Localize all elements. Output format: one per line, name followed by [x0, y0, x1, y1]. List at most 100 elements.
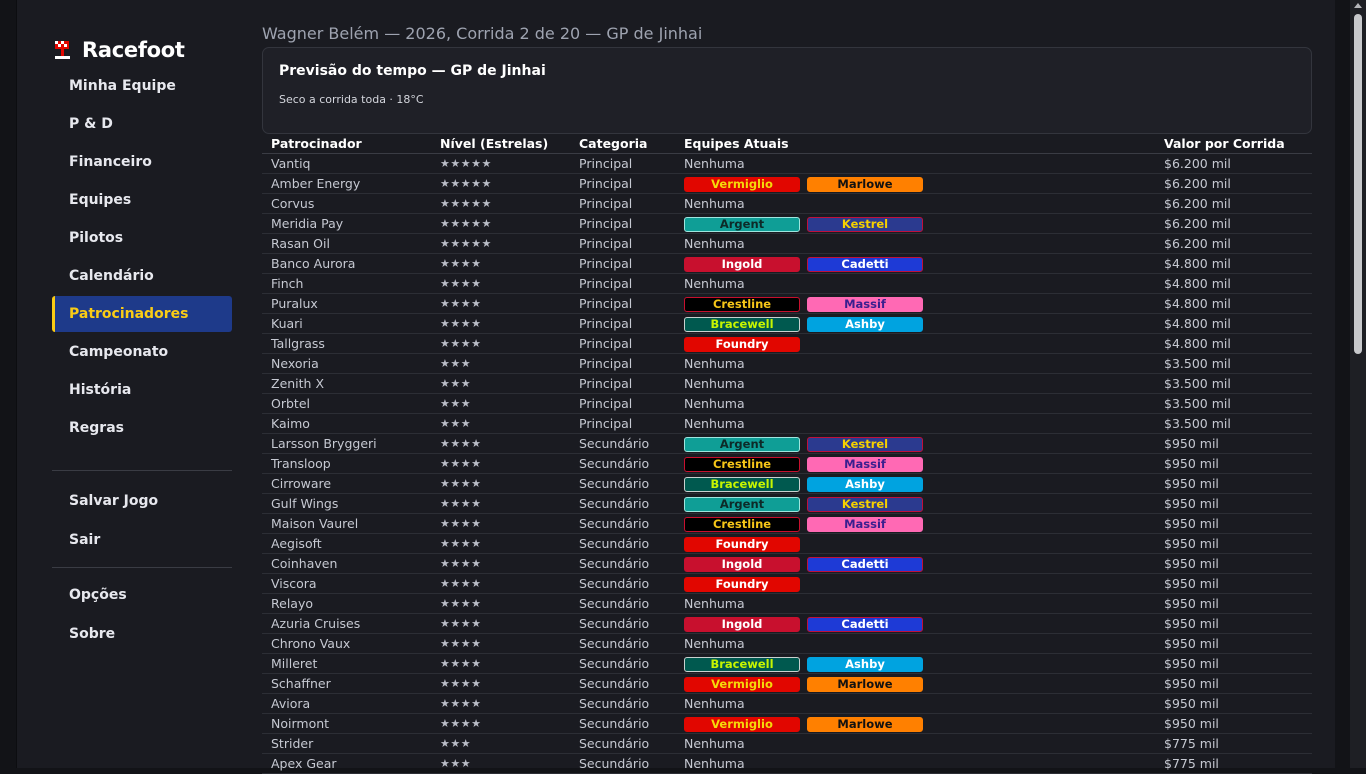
table-row[interactable]: Relayo ★★★★ Secundário Nenhuma $950 mil	[262, 593, 1312, 614]
team-badge[interactable]: Ingold	[684, 556, 800, 572]
sidebar-item-minha-equipe[interactable]: Minha Equipe	[52, 68, 232, 104]
table-row[interactable]: Coinhaven ★★★★ Secundário Ingold Cadetti $950…	[262, 553, 1312, 574]
team-badge[interactable]: Vermiglio	[684, 176, 800, 192]
scroll-up-arrow-icon[interactable]	[1354, 3, 1362, 8]
team-badge[interactable]: Ingold	[684, 616, 800, 632]
team-badge[interactable]: Vermiglio	[684, 676, 800, 692]
team-badge[interactable]: Marlowe	[807, 716, 923, 732]
sidebar-item-patrocinadores[interactable]: Patrocinadores	[52, 296, 232, 332]
table-row[interactable]: Strider ★★★ Secundário Nenhuma $775 mil	[262, 733, 1312, 754]
team-badge[interactable]: Crestline	[684, 456, 800, 472]
team-badge[interactable]: Bracewell	[684, 656, 800, 672]
table-row[interactable]: Finch ★★★★ Principal Nenhuma $4.800 mil	[262, 273, 1312, 294]
table-row[interactable]: Zenith X ★★★ Principal Nenhuma $3.500 mil	[262, 373, 1312, 394]
sponsor-name: Kuari	[262, 313, 431, 334]
sidebar-item-calendario[interactable]: Calendário	[52, 258, 232, 294]
sidebar-item-p-d[interactable]: P & D	[52, 106, 232, 142]
column-header-value[interactable]: Valor por Corrida	[1155, 134, 1312, 154]
table-row[interactable]: Puralux ★★★★ Principal Crestline Massif $4.80…	[262, 293, 1312, 314]
sponsor-name: Apex Gear	[262, 753, 431, 774]
table-row[interactable]: Orbtel ★★★ Principal Nenhuma $3.500 mil	[262, 393, 1312, 414]
team-badge[interactable]: Kestrel	[807, 436, 923, 452]
team-badge[interactable]: Bracewell	[684, 316, 800, 332]
current-teams: Nenhuma	[675, 633, 1155, 654]
team-badge[interactable]: Vermiglio	[684, 716, 800, 732]
team-badge[interactable]: Marlowe	[807, 676, 923, 692]
table-row[interactable]: Rasan Oil ★★★★★ Principal Nenhuma $6.200 mil	[262, 233, 1312, 254]
table-row[interactable]: Larsson Bryggeri ★★★★ Secundário Argent Kest…	[262, 433, 1312, 454]
table-row[interactable]: Maison Vaurel ★★★★ Secundário Crestline Mass…	[262, 513, 1312, 534]
team-badge[interactable]: Argent	[684, 496, 800, 512]
team-badge[interactable]: Cadetti	[807, 556, 923, 572]
no-team-label: Nenhuma	[684, 596, 745, 611]
racing-flag-icon	[52, 39, 74, 61]
options-button[interactable]: Opções	[52, 577, 232, 613]
current-teams: Crestline Massif	[675, 293, 1155, 314]
column-header-sponsor[interactable]: Patrocinador	[262, 134, 431, 154]
sidebar-item-equipes[interactable]: Equipes	[52, 182, 232, 218]
sidebar-item-historia[interactable]: História	[52, 372, 232, 408]
table-row[interactable]: Chrono Vaux ★★★★ Secundário Nenhuma $950 mil	[262, 633, 1312, 654]
exit-button[interactable]: Sair	[52, 522, 232, 558]
team-badge[interactable]: Massif	[807, 456, 923, 472]
sidebar-item-financeiro[interactable]: Financeiro	[52, 144, 232, 180]
sponsor-category: Principal	[570, 393, 675, 414]
star-rating: ★★★★	[431, 433, 570, 454]
page-scrollbar[interactable]	[1350, 0, 1366, 768]
sidebar-item-campeonato[interactable]: Campeonato	[52, 334, 232, 370]
team-badge[interactable]: Massif	[807, 296, 923, 312]
team-badge[interactable]: Bracewell	[684, 476, 800, 492]
team-badge[interactable]: Foundry	[684, 536, 800, 552]
sponsor-category: Secundário	[570, 653, 675, 674]
table-row[interactable]: Cirroware ★★★★ Secundário Bracewell Ashby $95…	[262, 473, 1312, 494]
table-row[interactable]: Corvus ★★★★★ Principal Nenhuma $6.200 mil	[262, 193, 1312, 214]
team-badge[interactable]: Ashby	[807, 476, 923, 492]
team-badge[interactable]: Massif	[807, 516, 923, 532]
team-badge[interactable]: Ashby	[807, 656, 923, 672]
table-row[interactable]: Vantiq ★★★★★ Principal Nenhuma $6.200 mil	[262, 153, 1312, 174]
about-button[interactable]: Sobre	[52, 616, 232, 652]
team-badge[interactable]: Ashby	[807, 316, 923, 332]
table-row[interactable]: Viscora ★★★★ Secundário Foundry $950 mil	[262, 573, 1312, 594]
team-badge[interactable]: Foundry	[684, 336, 800, 352]
sidebar-item-regras[interactable]: Regras	[52, 410, 232, 446]
table-row[interactable]: Noirmont ★★★★ Secundário Vermiglio Marlowe $9…	[262, 713, 1312, 734]
table-row[interactable]: Aviora ★★★★ Secundário Nenhuma $950 mil	[262, 693, 1312, 714]
table-row[interactable]: Aegisoft ★★★★ Secundário Foundry $950 mil	[262, 533, 1312, 554]
team-badge[interactable]: Argent	[684, 436, 800, 452]
column-header-level[interactable]: Nível (Estrelas)	[431, 134, 570, 154]
table-row[interactable]: Apex Gear ★★★ Secundário Nenhuma $775 mil	[262, 753, 1312, 774]
table-row[interactable]: Amber Energy ★★★★★ Principal Vermiglio Marlo…	[262, 173, 1312, 194]
save-game-button[interactable]: Salvar Jogo	[52, 483, 232, 519]
value-per-race: $4.800 mil	[1155, 253, 1312, 274]
table-row[interactable]: Milleret ★★★★ Secundário Bracewell Ashby $950…	[262, 653, 1312, 674]
team-badge[interactable]: Crestline	[684, 516, 800, 532]
star-rating: ★★★★★	[431, 193, 570, 214]
sponsor-name: Aviora	[262, 693, 431, 714]
sidebar-item-pilotos[interactable]: Pilotos	[52, 220, 232, 256]
team-badge[interactable]: Kestrel	[807, 496, 923, 512]
current-teams: Nenhuma	[675, 753, 1155, 774]
column-header-category[interactable]: Categoria	[570, 134, 675, 154]
table-row[interactable]: Schaffner ★★★★ Secundário Vermiglio Marlowe $…	[262, 673, 1312, 694]
value-per-race: $950 mil	[1155, 453, 1312, 474]
table-row[interactable]: Banco Aurora ★★★★ Principal Ingold Cadetti $4…	[262, 253, 1312, 274]
column-header-teams[interactable]: Equipes Atuais	[675, 134, 1155, 154]
team-badge[interactable]: Ingold	[684, 256, 800, 272]
team-badge[interactable]: Cadetti	[807, 256, 923, 272]
table-row[interactable]: Kuari ★★★★ Principal Bracewell Ashby $4.800 m…	[262, 313, 1312, 334]
team-badge[interactable]: Kestrel	[807, 216, 923, 232]
table-row[interactable]: Azuria Cruises ★★★★ Secundário Ingold Cadett…	[262, 613, 1312, 634]
table-row[interactable]: Kaimo ★★★ Principal Nenhuma $3.500 mil	[262, 413, 1312, 434]
team-badge[interactable]: Cadetti	[807, 616, 923, 632]
table-row[interactable]: Gulf Wings ★★★★ Secundário Argent Kestrel $95…	[262, 493, 1312, 514]
table-row[interactable]: Meridia Pay ★★★★★ Principal Argent Kestrel $6…	[262, 213, 1312, 234]
table-row[interactable]: Nexoria ★★★ Principal Nenhuma $3.500 mil	[262, 353, 1312, 374]
table-row[interactable]: Transloop ★★★★ Secundário Crestline Massif $9…	[262, 453, 1312, 474]
team-badge[interactable]: Argent	[684, 216, 800, 232]
team-badge[interactable]: Crestline	[684, 296, 800, 312]
team-badge[interactable]: Marlowe	[807, 176, 923, 192]
team-badge[interactable]: Foundry	[684, 576, 800, 592]
table-row[interactable]: Tallgrass ★★★★ Principal Foundry $4.800 mil	[262, 333, 1312, 354]
scrollbar-thumb[interactable]	[1354, 14, 1362, 354]
